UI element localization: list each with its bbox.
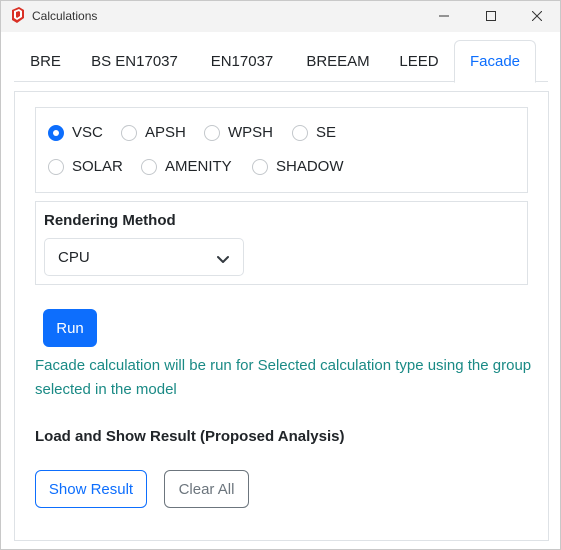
minimize-icon	[439, 8, 449, 26]
radio-solar[interactable]: SOLAR	[48, 158, 123, 175]
tab-bs-en17037[interactable]: BS EN17037	[77, 40, 192, 82]
radio-indicator	[141, 158, 157, 175]
rendering-method-group: Rendering Method CPU	[35, 201, 528, 285]
radio-indicator	[292, 124, 308, 141]
window-title: Calculations	[32, 9, 98, 23]
sketchup-logo-icon	[11, 7, 25, 23]
radio-shadow[interactable]: SHADOW	[252, 158, 344, 175]
radio-label: VSC	[72, 124, 103, 141]
results-heading: Load and Show Result (Proposed Analysis)	[35, 428, 345, 445]
clear-all-button[interactable]: Clear All	[164, 470, 249, 508]
chevron-down-icon	[217, 252, 229, 263]
radio-label: AMENITY	[165, 158, 232, 175]
radio-se[interactable]: SE	[292, 124, 336, 141]
radio-apsh[interactable]: APSH	[121, 124, 186, 141]
title-bar: Calculations	[1, 1, 560, 32]
radio-wpsh[interactable]: WPSH	[204, 124, 273, 141]
minimize-button[interactable]	[421, 1, 467, 32]
tab-bar: BRE BS EN17037 EN17037 BREEAM LEED Facad…	[14, 40, 548, 83]
tab-facade[interactable]: Facade	[454, 40, 536, 83]
radio-indicator	[204, 124, 220, 141]
calculations-window: Calculations BRE BS EN17037 EN17037 BREE…	[0, 0, 561, 550]
rendering-method-select[interactable]: CPU	[44, 238, 244, 276]
rendering-method-value: CPU	[58, 248, 90, 266]
radio-indicator	[48, 124, 64, 141]
radio-indicator	[121, 124, 137, 141]
show-result-button[interactable]: Show Result	[35, 470, 147, 508]
rendering-method-label: Rendering Method	[44, 212, 176, 229]
radio-indicator	[48, 158, 64, 175]
radio-amenity[interactable]: AMENITY	[141, 158, 232, 175]
facade-panel: VSC APSH WPSH SE SOLAR AMENITY SHADOW Re…	[14, 91, 549, 541]
radio-label: APSH	[145, 124, 186, 141]
tab-bre[interactable]: BRE	[14, 40, 77, 82]
radio-vsc[interactable]: VSC	[48, 124, 103, 141]
radio-label: SE	[316, 124, 337, 141]
facade-info-text: Facade calculation will be run for Selec…	[35, 357, 532, 398]
close-button[interactable]	[514, 1, 560, 32]
tab-en17037[interactable]: EN17037	[192, 40, 292, 82]
close-icon	[531, 8, 543, 26]
radio-label: WPSH	[228, 124, 273, 141]
radio-label: SHADOW	[276, 158, 344, 175]
maximize-button[interactable]	[468, 1, 514, 32]
radio-indicator	[252, 158, 268, 175]
tab-breeam[interactable]: BREEAM	[292, 40, 384, 82]
maximize-icon	[486, 8, 496, 26]
run-button[interactable]: Run	[43, 309, 97, 347]
radio-label: SOLAR	[72, 158, 123, 175]
tab-leed[interactable]: LEED	[384, 40, 454, 82]
calculation-type-group: VSC APSH WPSH SE SOLAR AMENITY SHADOW	[35, 107, 528, 193]
